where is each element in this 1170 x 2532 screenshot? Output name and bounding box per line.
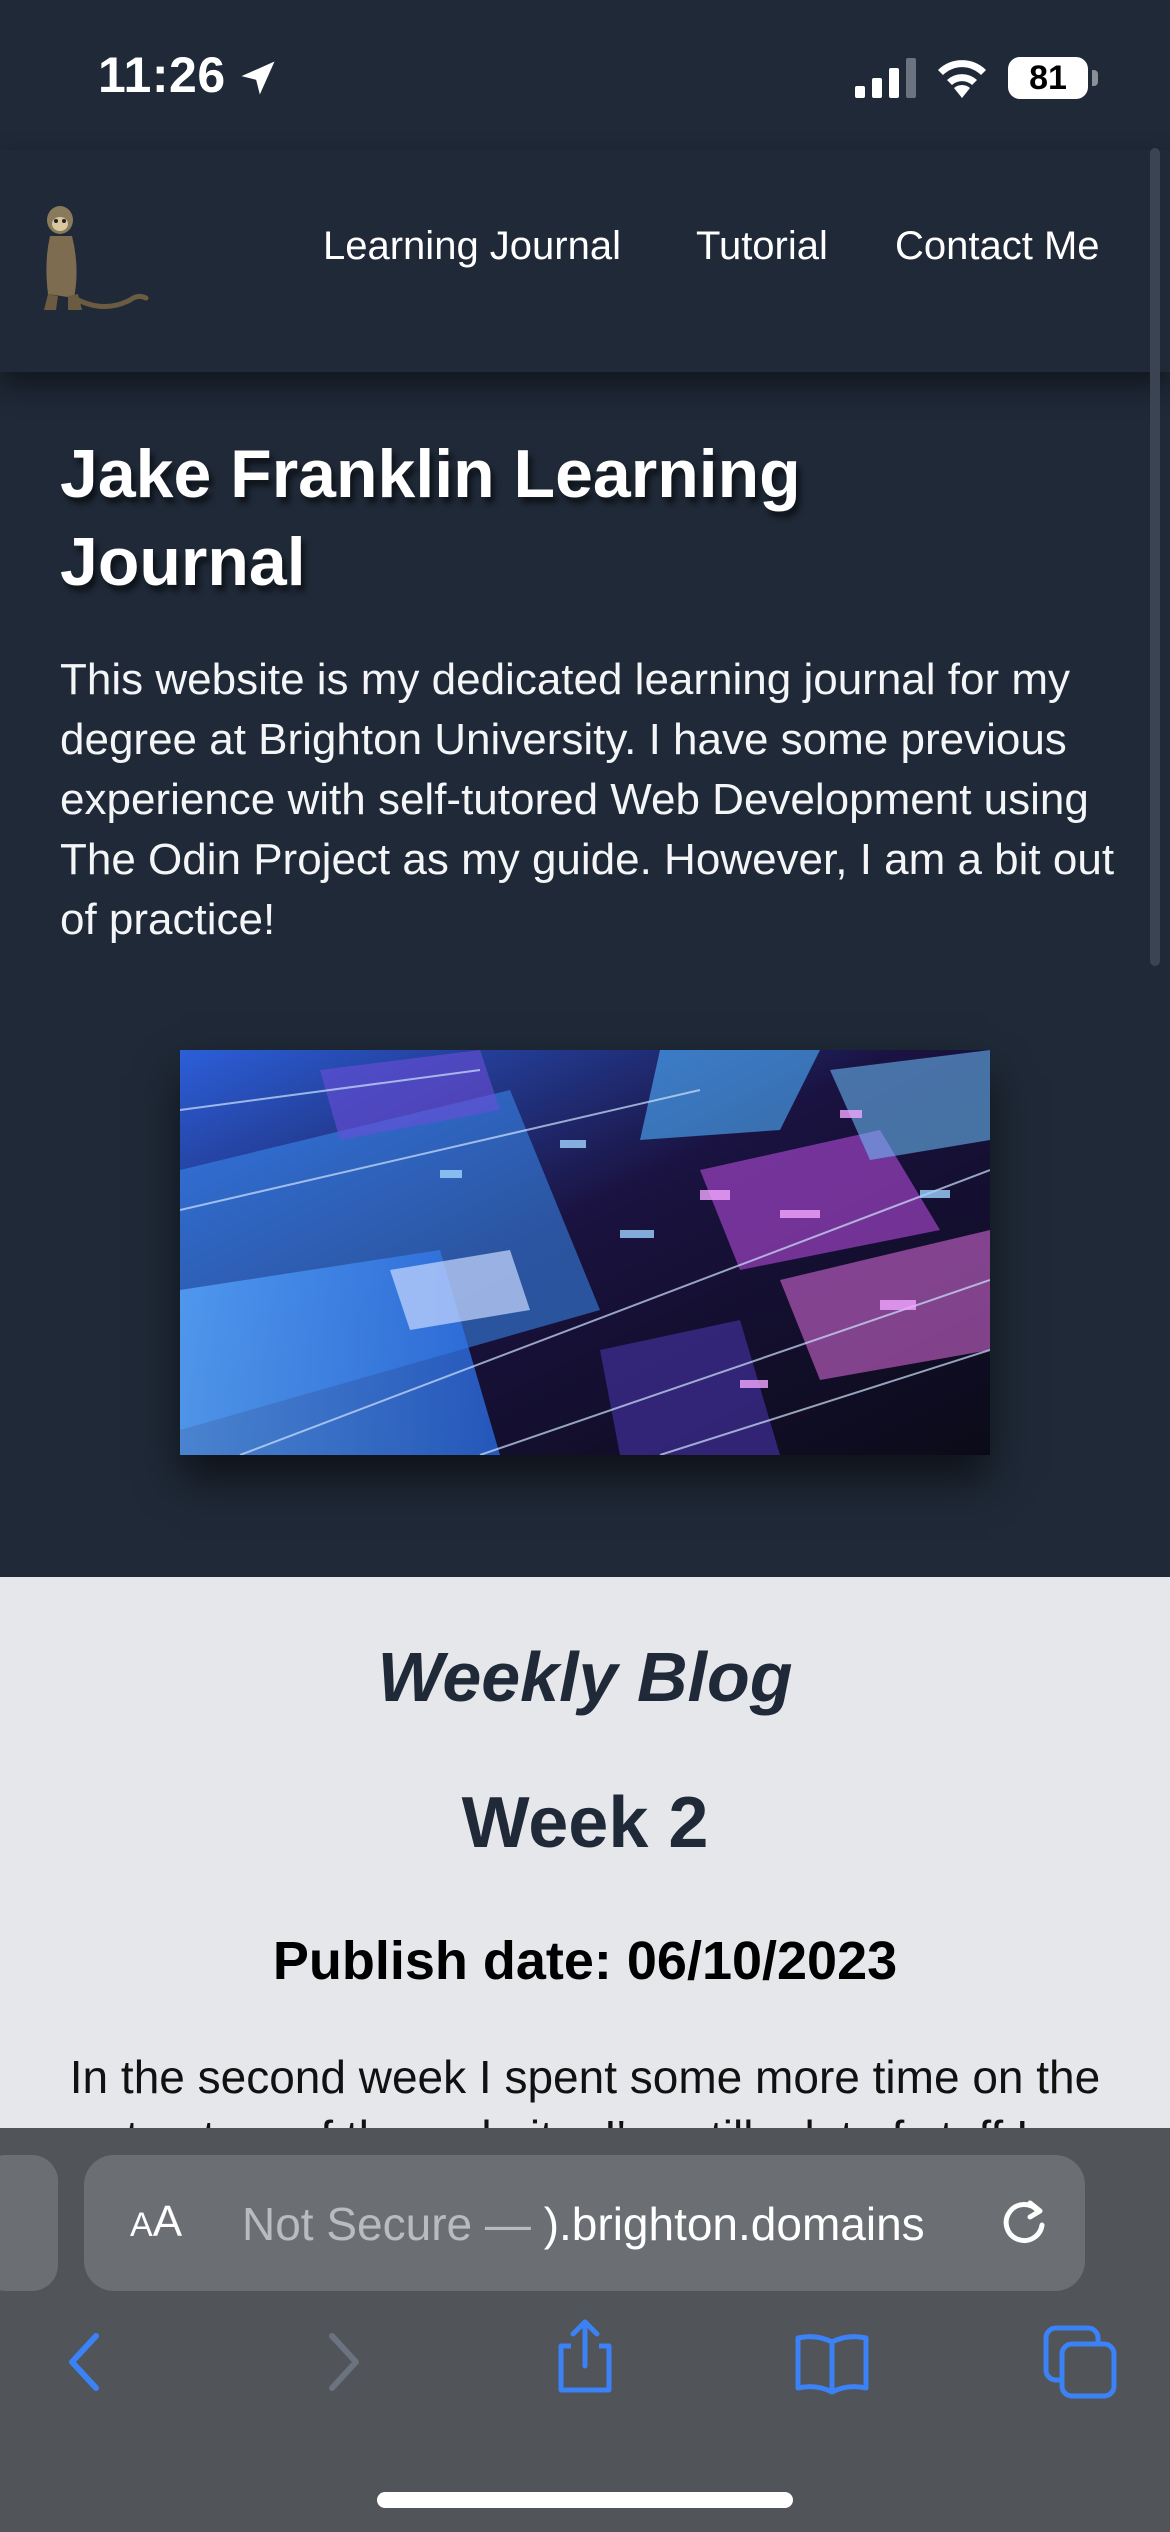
url-security-label: Not Secure — [242, 2198, 544, 2250]
blog-heading: Weekly Blog [377, 1638, 793, 1716]
reader-settings-button[interactable]: AA [130, 2197, 182, 2247]
monkey-logo-icon[interactable] [34, 202, 150, 320]
location-arrow-icon [241, 61, 275, 95]
nav-learning-journal[interactable]: Learning Journal [323, 224, 621, 269]
site-header: Learning Journal Tutorial Contact Me [0, 150, 1170, 372]
nav-contact-me[interactable]: Contact Me [895, 224, 1100, 269]
home-indicator[interactable] [377, 2492, 793, 2508]
status-bar: 11:26 81 [0, 0, 1170, 150]
cell-signal-icon [855, 58, 916, 98]
week-title: Week 2 [461, 1783, 709, 1863]
page-scrollbar[interactable] [1150, 148, 1160, 966]
wifi-icon [938, 60, 986, 98]
publish-date: Publish date: 06/10/2023 [272, 1931, 898, 1991]
page-title: Jake Franklin Learning Journal [60, 436, 801, 600]
abstract-tech-graphic [180, 1050, 990, 1455]
url-domain: ).brighton.domains [543, 2198, 925, 2250]
aa-small: A [130, 2206, 153, 2244]
previous-tab-preview[interactable] [0, 2155, 58, 2291]
tabs-icon[interactable] [1040, 2322, 1120, 2402]
url-display[interactable]: Not Secure — ).brighton.domains [242, 2197, 925, 2251]
bookmarks-icon[interactable] [792, 2322, 872, 2402]
battery-cap [1092, 70, 1098, 86]
reload-icon[interactable] [994, 2193, 1054, 2253]
back-icon[interactable] [48, 2322, 128, 2402]
forward-icon[interactable] [300, 2322, 380, 2402]
share-icon[interactable] [545, 2314, 625, 2394]
status-time: 11:26 [98, 47, 226, 103]
hero-image [180, 1050, 990, 1455]
battery-icon: 81 [1008, 57, 1098, 99]
address-bar[interactable]: AA Not Secure — ).brighton.domains [84, 2155, 1085, 2291]
nav-tutorial[interactable]: Tutorial [696, 224, 828, 269]
intro-paragraph: This website is my dedicated learning jo… [60, 655, 1115, 944]
battery-level: 81 [1008, 57, 1088, 99]
aa-large: A [152, 2197, 183, 2246]
weekly-blog-section: Weekly Blog Week 2 Publish date: 06/10/2… [0, 1577, 1170, 2163]
